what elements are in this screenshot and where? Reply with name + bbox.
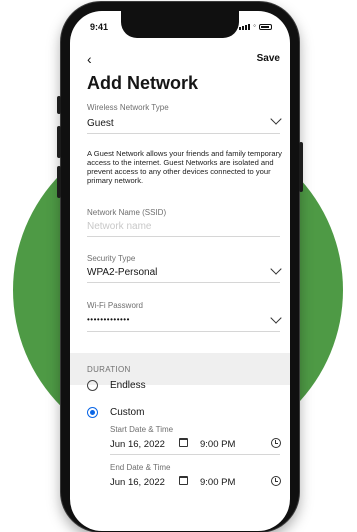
radio-custom-label[interactable]: Custom: [110, 407, 144, 418]
notch: [121, 11, 239, 38]
save-button[interactable]: Save: [257, 53, 280, 64]
calendar-icon[interactable]: [179, 438, 188, 447]
password-input[interactable]: •••••••••••••: [87, 315, 130, 324]
radio-endless-label[interactable]: Endless: [110, 380, 146, 391]
network-type-label: Wireless Network Type: [87, 103, 169, 112]
volume-down-button: [57, 166, 61, 198]
signal-icon: [239, 24, 251, 30]
chevron-down-icon[interactable]: [270, 312, 282, 324]
divider: [87, 331, 280, 332]
power-button: [299, 142, 303, 192]
clock-icon[interactable]: [271, 438, 281, 448]
divider: [110, 454, 280, 455]
phone-screen: 9:41 ◦ ‹ Save Add Network Wireless Netwo…: [70, 11, 290, 531]
ssid-label: Network Name (SSID): [87, 208, 167, 217]
security-type-label: Security Type: [87, 254, 136, 263]
end-time-field[interactable]: 9:00 PM: [200, 477, 235, 488]
divider: [87, 236, 280, 237]
volume-up-button: [57, 126, 61, 158]
security-type-select[interactable]: WPA2-Personal: [87, 267, 157, 278]
status-icons: ◦: [239, 22, 272, 30]
calendar-icon[interactable]: [179, 476, 188, 485]
start-time-field[interactable]: 9:00 PM: [200, 439, 235, 450]
divider: [87, 282, 280, 283]
status-time: 9:41: [90, 22, 109, 32]
mute-switch: [57, 96, 61, 114]
duration-section-label: DURATION: [87, 365, 131, 374]
battery-icon: [259, 24, 272, 30]
wifi-icon: ◦: [253, 21, 256, 30]
chevron-down-icon[interactable]: [270, 263, 282, 275]
clock-icon[interactable]: [271, 476, 281, 486]
back-button[interactable]: ‹: [87, 51, 92, 67]
network-type-select[interactable]: Guest: [87, 118, 114, 129]
duration-section-header: DURATION: [70, 353, 290, 385]
start-date-field[interactable]: Jun 16, 2022: [110, 439, 165, 450]
end-date-field[interactable]: Jun 16, 2022: [110, 477, 165, 488]
divider: [87, 133, 280, 134]
radio-endless[interactable]: [87, 380, 98, 391]
password-label: Wi-Fi Password: [87, 301, 144, 310]
chevron-down-icon[interactable]: [270, 113, 282, 125]
end-datetime-label: End Date & Time: [110, 463, 171, 472]
ssid-input[interactable]: Network name: [87, 221, 151, 232]
page-title: Add Network: [87, 73, 199, 93]
radio-custom[interactable]: [87, 407, 98, 418]
network-type-description: A Guest Network allows your friends and …: [87, 149, 282, 185]
start-datetime-label: Start Date & Time: [110, 425, 174, 434]
